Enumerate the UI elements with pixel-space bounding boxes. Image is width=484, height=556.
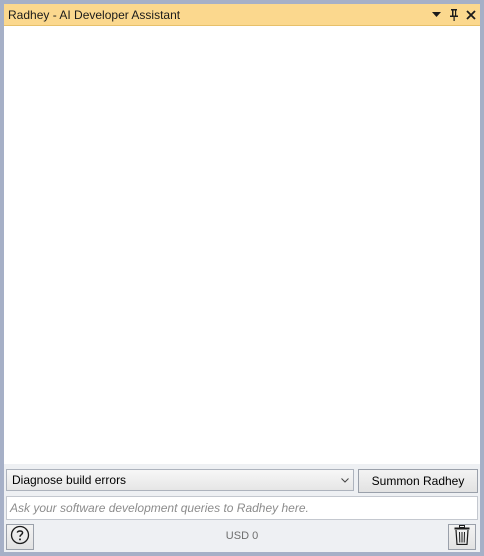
summon-button[interactable]: Summon Radhey: [358, 469, 478, 493]
cost-label: USD 0: [225, 530, 259, 542]
trash-icon: [454, 524, 470, 550]
action-dropdown[interactable]: Diagnose build errors: [6, 469, 354, 491]
chat-output-area[interactable]: [4, 26, 480, 464]
close-icon[interactable]: [463, 7, 478, 23]
query-input[interactable]: Ask your software development queries to…: [6, 496, 478, 520]
title-buttons: [429, 7, 480, 23]
clear-button[interactable]: [448, 524, 476, 550]
title-bar: Radhey - AI Developer Assistant: [4, 4, 480, 26]
input-panel: Diagnose build errors Summon Radhey Ask …: [4, 464, 480, 552]
window-menu-chevron-down-icon[interactable]: [429, 7, 444, 23]
chevron-down-icon: [337, 477, 353, 483]
action-dropdown-value: Diagnose build errors: [12, 473, 127, 487]
help-icon: [10, 525, 30, 550]
window-title: Radhey - AI Developer Assistant: [8, 7, 181, 22]
help-button[interactable]: [6, 524, 34, 550]
pin-icon[interactable]: [446, 7, 461, 23]
tool-window: Radhey - AI Developer Assistant Diagnose…: [0, 0, 484, 556]
